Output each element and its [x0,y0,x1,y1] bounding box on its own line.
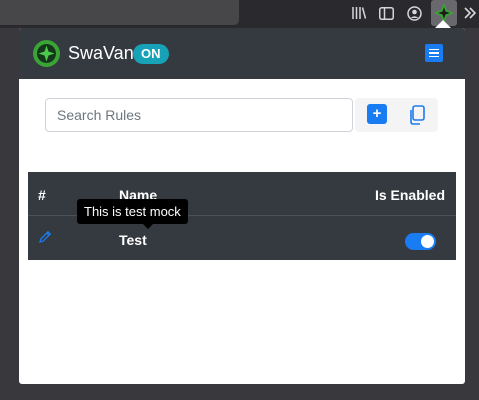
tooltip: This is test mock [77,199,188,224]
tooltip-arrow [143,224,153,229]
library-icon[interactable] [348,3,370,23]
extension-popup: SwaVan ON + # Name Is Enabled Test [19,28,465,384]
swavan-logo [33,40,60,67]
enabled-toggle[interactable] [405,233,436,250]
rule-name: Test [119,232,147,248]
status-badge[interactable]: ON [133,44,169,64]
search-input[interactable] [45,98,353,132]
url-bar[interactable] [0,0,239,25]
account-icon[interactable] [403,3,425,23]
toggle-knob [421,235,434,248]
copy-icon [410,105,425,125]
sidebar-icon[interactable] [375,3,397,23]
browser-toolbar [0,0,479,28]
column-header-hash: # [38,187,46,203]
overflow-chevron-icon[interactable] [459,3,479,23]
navbar: SwaVan ON [19,28,465,79]
brand-name: SwaVan [68,43,134,63]
column-header-enabled: Is Enabled [374,187,445,203]
popup-arrow [435,20,451,28]
edit-pencil-icon[interactable] [38,230,52,244]
menu-button[interactable] [425,44,443,62]
plus-icon: + [372,105,382,122]
copy-button[interactable] [408,105,426,125]
hamburger-icon [429,48,439,51]
action-buttons: + [355,98,438,132]
add-rule-button[interactable]: + [367,104,387,124]
logo-star-icon [33,40,60,67]
